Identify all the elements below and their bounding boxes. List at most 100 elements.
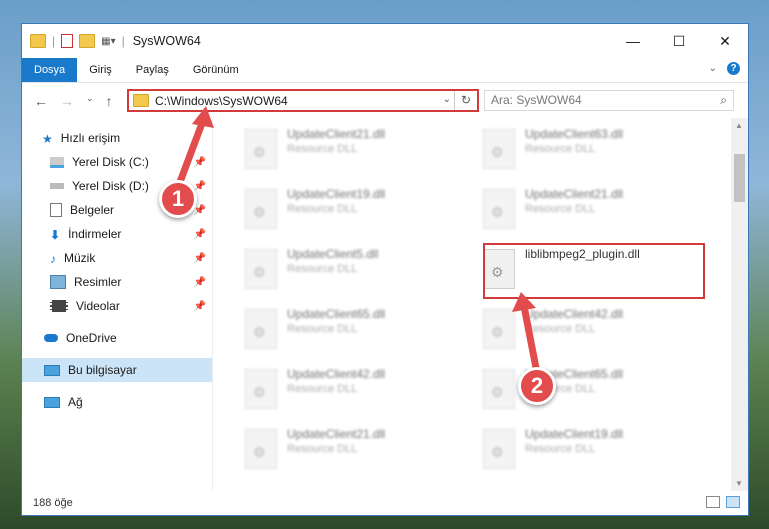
dll-file-icon bbox=[245, 189, 277, 229]
chevron-down-icon[interactable]: ⌄ bbox=[443, 94, 451, 105]
close-button[interactable]: ✕ bbox=[702, 24, 748, 58]
list-item[interactable]: UpdateClient65.dll Resource DLL bbox=[481, 363, 711, 415]
up-arrow-icon[interactable]: ↑ bbox=[106, 93, 113, 109]
forward-arrow-icon[interactable]: → bbox=[60, 93, 74, 109]
scroll-down-icon[interactable]: ▼ bbox=[735, 479, 743, 488]
separator: | bbox=[121, 34, 125, 48]
separator: | bbox=[52, 34, 56, 48]
sidebar-item-label: Belgeler bbox=[70, 203, 115, 217]
drive-icon bbox=[50, 183, 64, 189]
dll-file-icon bbox=[245, 129, 277, 169]
pin-icon[interactable]: 📌 bbox=[194, 229, 206, 240]
navigation-pane: ★ Hızlı erişim Yerel Disk (C:) 📌 Yerel D… bbox=[22, 118, 213, 491]
address-bar[interactable]: C:\Windows\SysWOW64 ⌄ ↻ bbox=[127, 89, 479, 112]
file-name: UpdateClient21.dll bbox=[287, 127, 386, 141]
list-item[interactable]: UpdateClient21.dll Resource DLL bbox=[243, 423, 473, 475]
drive-icon bbox=[50, 156, 64, 168]
list-item[interactable]: UpdateClient42.dll Resource DLL bbox=[481, 303, 711, 355]
dll-file-icon bbox=[245, 309, 277, 349]
sidebar-item-label: Bu bilgisayar bbox=[68, 363, 137, 377]
maximize-button[interactable]: ☐ bbox=[656, 24, 702, 58]
file-type: Resource DLL bbox=[525, 203, 596, 215]
sidebar-item-label: Müzik bbox=[64, 251, 96, 265]
sidebar-item-network[interactable]: Ağ bbox=[22, 390, 212, 414]
cloud-icon bbox=[44, 334, 58, 342]
file-name: UpdateClient19.dll bbox=[525, 427, 624, 441]
tab-paylas[interactable]: Paylaş bbox=[124, 58, 181, 82]
sidebar-item-label: İndirmeler bbox=[68, 227, 122, 241]
dll-file-icon bbox=[483, 189, 515, 229]
file-type: Resource DLL bbox=[287, 323, 358, 335]
properties-icon[interactable] bbox=[61, 34, 74, 48]
search-placeholder: Ara: SysWOW64 bbox=[491, 93, 582, 107]
file-type: Resource DLL bbox=[287, 263, 358, 275]
sidebar-item-downloads[interactable]: ⬇ İndirmeler 📌 bbox=[22, 222, 212, 246]
status-bar: 188 öğe bbox=[22, 491, 748, 515]
explorer-window: | ▦▾ | SysWOW64 — ☐ ✕ Dosya Giriş Paylaş… bbox=[21, 23, 749, 516]
pin-icon[interactable]: 📌 bbox=[194, 157, 206, 168]
search-input[interactable]: Ara: SysWOW64 ⌕ bbox=[484, 90, 734, 111]
vertical-scrollbar[interactable]: ▲ ▼ bbox=[731, 118, 748, 491]
dll-file-icon bbox=[245, 369, 277, 409]
scrollbar-thumb[interactable] bbox=[734, 154, 745, 202]
tab-gorunum[interactable]: Görünüm bbox=[181, 58, 251, 82]
sidebar-item-pictures[interactable]: Resimler 📌 bbox=[22, 270, 212, 294]
file-type: Resource DLL bbox=[287, 143, 358, 155]
ribbon-tabs: Dosya Giriş Paylaş Görünüm ⌄ ? bbox=[22, 58, 748, 83]
scroll-up-icon[interactable]: ▲ bbox=[735, 121, 743, 130]
pin-icon[interactable]: 📌 bbox=[194, 253, 206, 264]
details-view-icon[interactable] bbox=[706, 496, 720, 508]
new-folder-icon[interactable] bbox=[79, 34, 96, 48]
file-type: Resource DLL bbox=[525, 143, 596, 155]
file-type: Resource DLL bbox=[525, 443, 596, 455]
back-arrow-icon[interactable]: ← bbox=[34, 93, 48, 109]
list-item[interactable]: UpdateClient65.dll Resource DLL bbox=[243, 303, 473, 355]
pin-icon[interactable]: 📌 bbox=[194, 181, 206, 192]
file-type: Resource DLL bbox=[287, 383, 358, 395]
tab-giris[interactable]: Giriş bbox=[77, 58, 124, 82]
document-icon bbox=[50, 203, 62, 217]
recent-locations-icon[interactable]: ⌄ bbox=[86, 93, 94, 109]
search-icon[interactable]: ⌕ bbox=[720, 91, 727, 110]
item-count: 188 öğe bbox=[33, 497, 73, 509]
sidebar-item-this-pc[interactable]: Bu bilgisayar bbox=[22, 358, 212, 382]
list-item[interactable]: UpdateClient5.dll Resource DLL bbox=[243, 243, 473, 295]
pin-icon[interactable]: 📌 bbox=[194, 301, 206, 312]
file-name: UpdateClient21.dll bbox=[525, 187, 624, 201]
file-name: UpdateClient65.dll bbox=[287, 307, 386, 321]
address-path[interactable]: C:\Windows\SysWOW64 bbox=[155, 94, 288, 108]
list-item[interactable]: UpdateClient63.dll Resource DLL bbox=[481, 123, 711, 175]
step-badge-2: 2 bbox=[518, 367, 556, 405]
list-item[interactable]: UpdateClient21.dll Resource DLL bbox=[243, 123, 473, 175]
refresh-icon[interactable]: ↻ bbox=[454, 91, 477, 110]
list-item[interactable]: UpdateClient42.dll Resource DLL bbox=[243, 363, 473, 415]
music-icon: ♪ bbox=[50, 252, 56, 266]
list-item[interactable]: UpdateClient19.dll Resource DLL bbox=[481, 423, 711, 475]
sidebar-item-label: Videolar bbox=[76, 299, 120, 313]
list-item[interactable]: UpdateClient21.dll Resource DLL bbox=[481, 183, 711, 235]
sidebar-item-onedrive[interactable]: OneDrive bbox=[22, 326, 212, 350]
customize-toolbar-icon[interactable]: ▦▾ bbox=[101, 36, 115, 47]
expand-ribbon-icon[interactable]: ⌄ bbox=[709, 63, 717, 74]
list-item[interactable]: UpdateClient19.dll Resource DLL bbox=[243, 183, 473, 235]
file-type: Resource DLL bbox=[287, 443, 358, 455]
file-name: UpdateClient21.dll bbox=[287, 427, 386, 441]
pin-icon[interactable]: 📌 bbox=[194, 277, 206, 288]
dll-file-icon bbox=[245, 249, 277, 289]
sidebar-item-videos[interactable]: Videolar 📌 bbox=[22, 294, 212, 318]
minimize-button[interactable]: — bbox=[610, 24, 656, 58]
sidebar-item-label: OneDrive bbox=[66, 331, 117, 345]
file-name: UpdateClient42.dll bbox=[525, 307, 624, 321]
computer-icon bbox=[44, 364, 60, 376]
file-type: Resource DLL bbox=[525, 323, 596, 335]
file-name: UpdateClient63.dll bbox=[525, 127, 624, 141]
tab-dosya[interactable]: Dosya bbox=[22, 58, 78, 82]
sidebar-item-label: Hızlı erişim bbox=[60, 131, 121, 145]
large-icons-view-icon[interactable] bbox=[726, 496, 740, 508]
help-icon[interactable]: ? bbox=[727, 62, 740, 75]
sidebar-item-quick-access[interactable]: ★ Hızlı erişim bbox=[22, 126, 212, 150]
sidebar-item-label: Yerel Disk (D:) bbox=[72, 179, 149, 193]
sidebar-item-music[interactable]: ♪ Müzik 📌 bbox=[22, 246, 212, 270]
network-icon bbox=[44, 396, 60, 408]
sidebar-item-local-disk-c[interactable]: Yerel Disk (C:) 📌 bbox=[22, 150, 212, 174]
